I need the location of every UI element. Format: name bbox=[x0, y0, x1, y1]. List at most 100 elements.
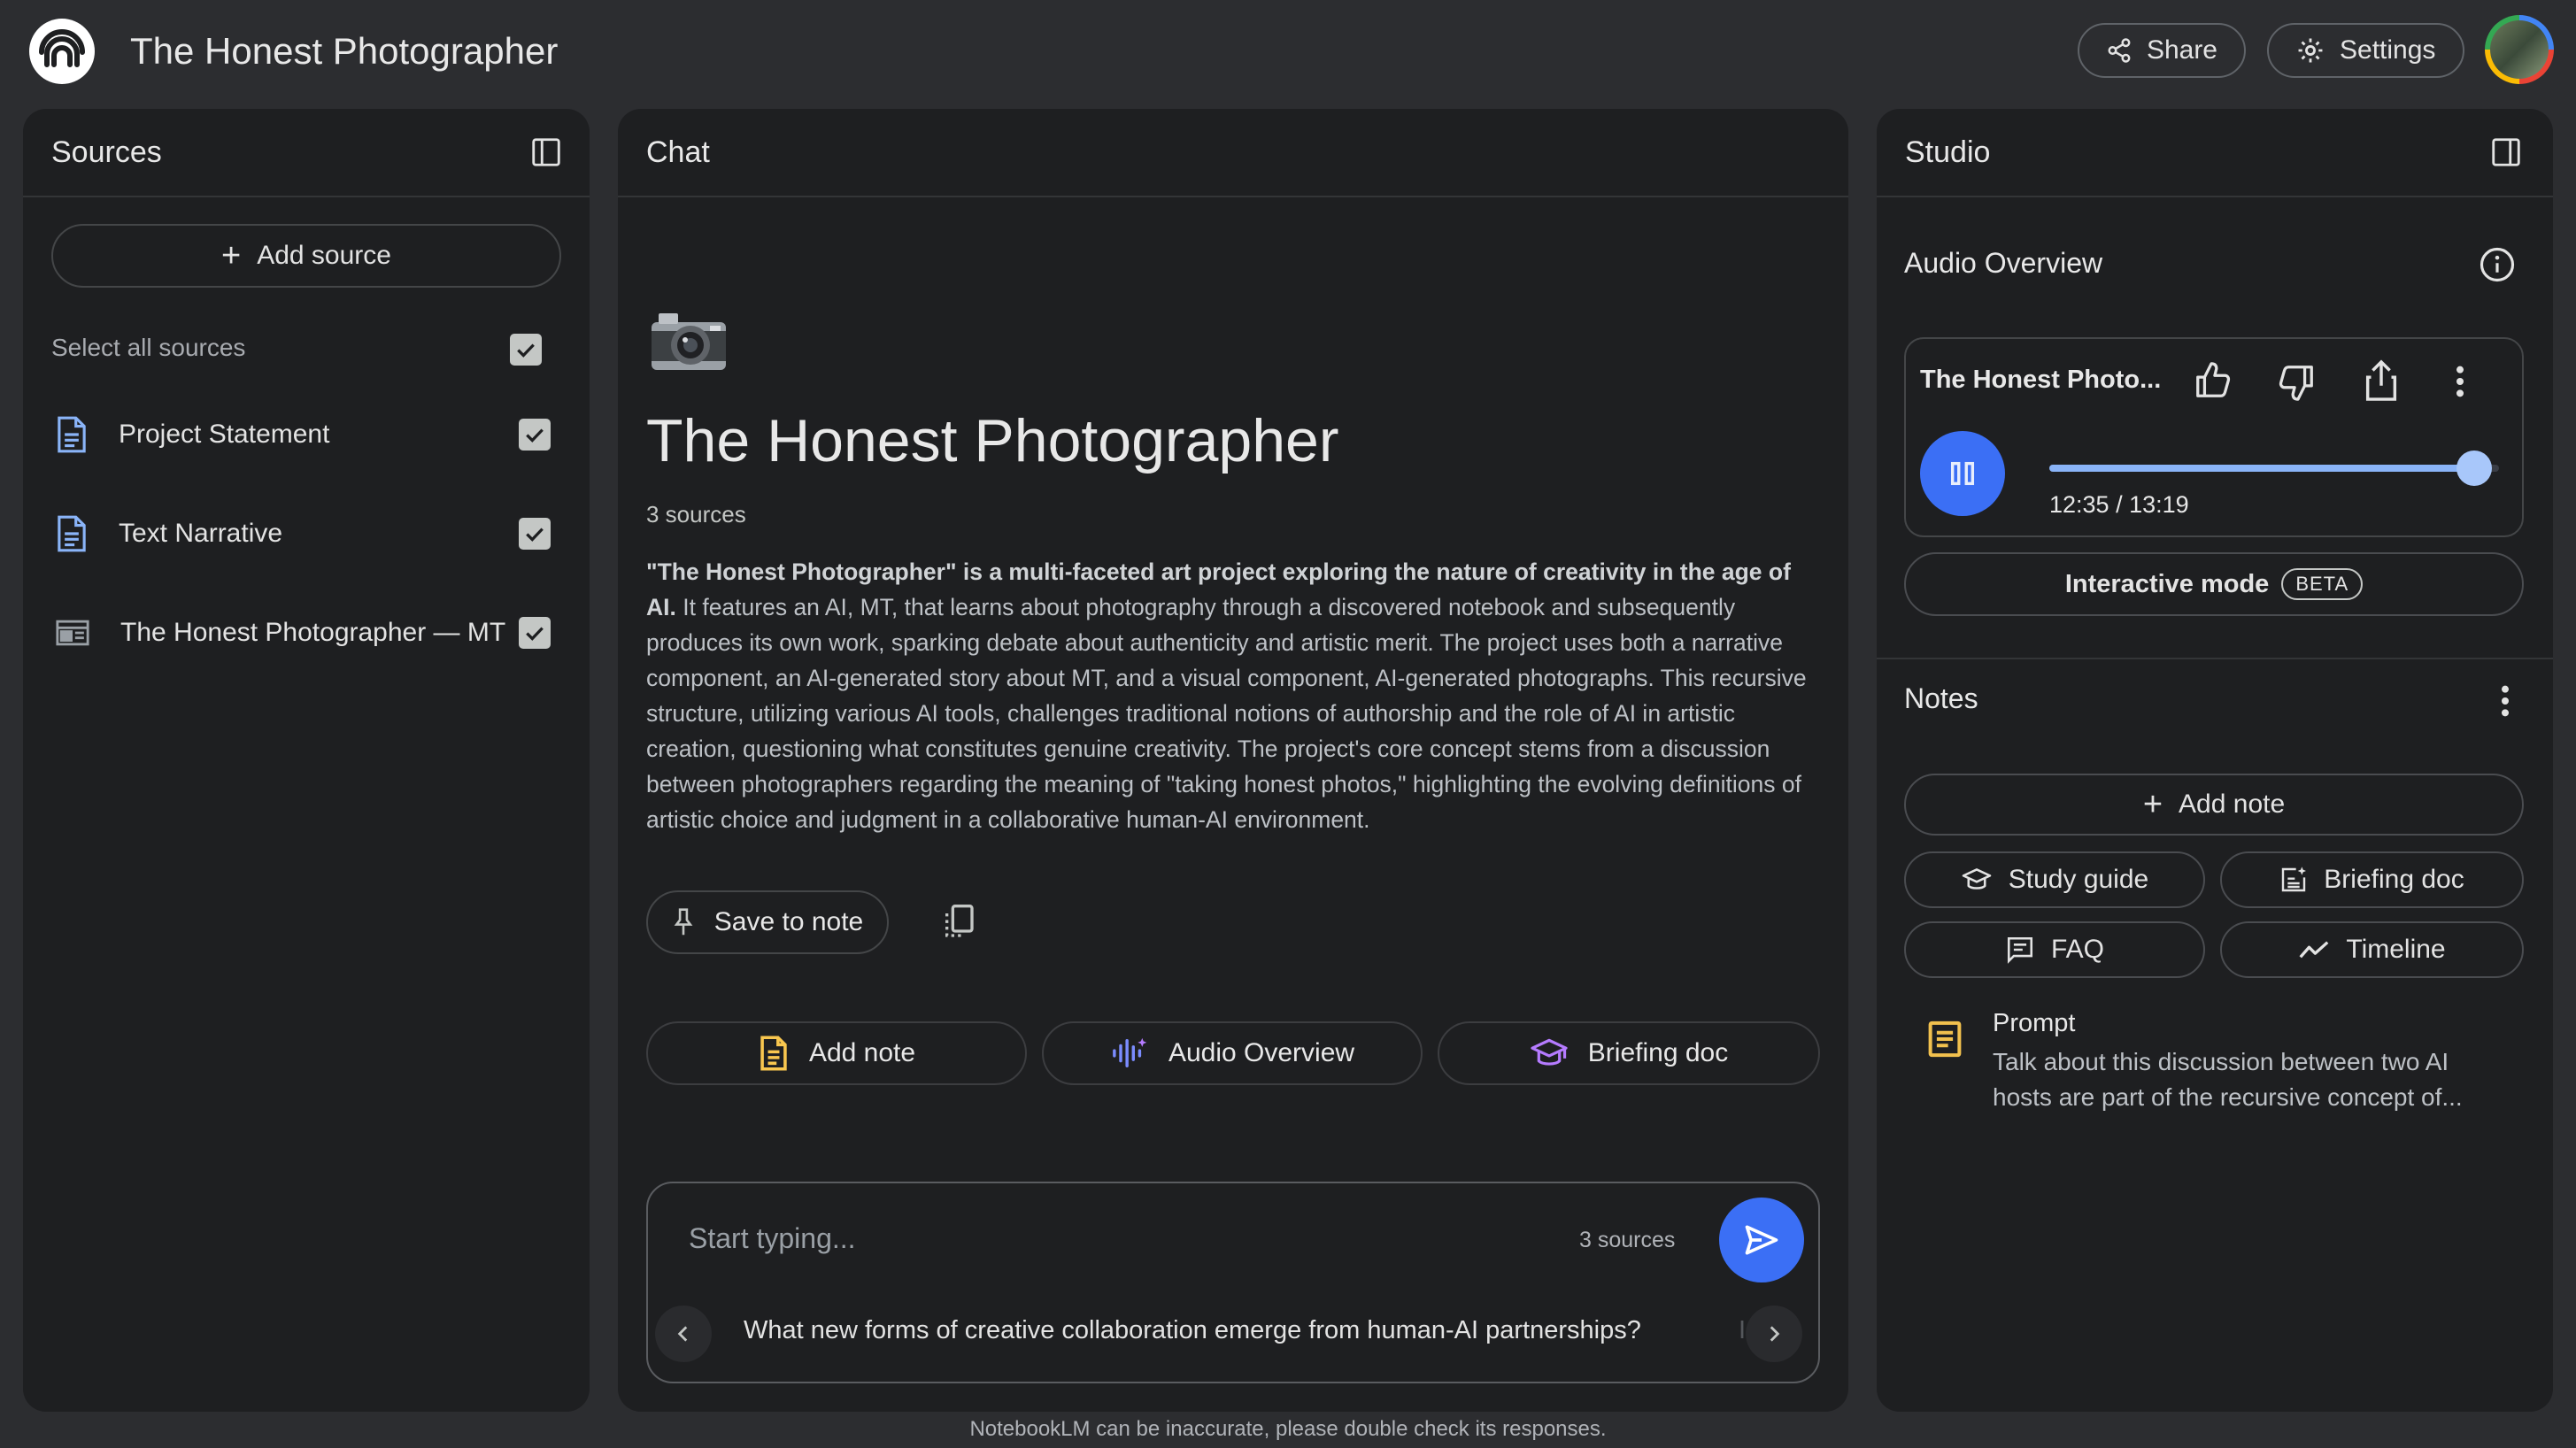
studio-panel: Studio bbox=[1877, 109, 2553, 1412]
next-suggestion-partial[interactable]: I bbox=[1739, 1316, 1746, 1345]
app-logo[interactable] bbox=[29, 19, 95, 84]
pause-button[interactable] bbox=[1920, 431, 2005, 516]
plus-icon: + bbox=[221, 237, 242, 274]
share-button[interactable]: Share bbox=[2078, 23, 2246, 78]
note-button-label: Timeline bbox=[2346, 935, 2446, 964]
chat-header: Chat bbox=[618, 109, 1848, 197]
note-item[interactable]: Prompt Talk about this discussion betwee… bbox=[1904, 1000, 2524, 1124]
source-checkbox[interactable] bbox=[519, 518, 551, 550]
checkmark-icon bbox=[517, 343, 535, 358]
note-title: Prompt bbox=[1993, 1009, 2076, 1037]
graduation-cap-icon bbox=[1962, 868, 1992, 890]
note-button-label: Study guide bbox=[2008, 865, 2149, 894]
chat-lines-icon bbox=[2007, 936, 2033, 964]
add-source-button[interactable]: + Add source bbox=[51, 224, 561, 288]
input-source-count: 3 sources bbox=[1579, 1228, 1676, 1252]
document-sparkle-icon bbox=[2282, 866, 2307, 892]
note-icon bbox=[1928, 1021, 1962, 1058]
action-label: Audio Overview bbox=[1168, 1038, 1355, 1067]
suggested-question[interactable]: What new forms of creative collaboration… bbox=[744, 1316, 1641, 1345]
download-share-icon[interactable] bbox=[2361, 358, 2402, 403]
add-note-action-button[interactable]: Add note bbox=[646, 1021, 1027, 1085]
summary-body: It features an AI, MT, that learns about… bbox=[646, 594, 1807, 833]
suggestion-prev-button[interactable] bbox=[655, 1306, 712, 1362]
notebook-summary: "The Honest Photographer" is a multi-fac… bbox=[646, 554, 1824, 837]
source-item[interactable]: The Honest Photographer — MT bbox=[55, 606, 551, 659]
add-note-label: Add note bbox=[2179, 789, 2286, 819]
timeline-button[interactable]: Timeline bbox=[2220, 921, 2524, 978]
app-title: The Honest Photographer bbox=[130, 30, 559, 72]
add-source-label: Add source bbox=[257, 241, 391, 270]
collapse-panel-icon[interactable] bbox=[2489, 135, 2523, 169]
notes-title: Notes bbox=[1904, 682, 1978, 714]
checkmark-icon bbox=[526, 528, 544, 542]
note-button-label: Briefing doc bbox=[2324, 865, 2464, 894]
source-checkbox[interactable] bbox=[519, 419, 551, 451]
document-icon bbox=[58, 416, 86, 453]
save-to-note-label: Save to note bbox=[713, 907, 864, 936]
notebook-title: The Honest Photographer bbox=[646, 407, 1339, 474]
note-button-label: FAQ bbox=[2050, 935, 2104, 964]
copy-icon[interactable] bbox=[941, 903, 976, 942]
avatar[interactable] bbox=[2485, 15, 2554, 84]
note-icon bbox=[760, 1036, 787, 1071]
save-to-note-button[interactable]: Save to note bbox=[646, 890, 889, 954]
disclaimer: NotebookLM can be inaccurate, please dou… bbox=[969, 1417, 1607, 1441]
sources-title: Sources bbox=[51, 135, 162, 169]
interactive-mode-button[interactable]: Interactive mode BETA bbox=[1904, 552, 2524, 616]
audio-waveform-icon bbox=[1113, 1037, 1147, 1067]
audio-card-title: The Honest Photo... bbox=[1920, 366, 2162, 394]
audio-progress-handle[interactable] bbox=[2456, 451, 2493, 486]
action-label: Briefing doc bbox=[1587, 1038, 1729, 1067]
chat-input[interactable]: Start typing... bbox=[689, 1222, 856, 1255]
gear-icon bbox=[2298, 38, 2323, 63]
checkmark-icon bbox=[526, 627, 544, 641]
faq-button[interactable]: FAQ bbox=[1904, 921, 2205, 978]
settings-label: Settings bbox=[2340, 35, 2436, 65]
settings-button[interactable]: Settings bbox=[2267, 23, 2464, 78]
collapse-panel-icon[interactable] bbox=[529, 135, 563, 169]
note-body: Talk about this discussion between two A… bbox=[1993, 1048, 2463, 1111]
studio-title: Studio bbox=[1905, 135, 1991, 169]
info-icon[interactable] bbox=[2479, 246, 2516, 283]
chat-input-box[interactable]: Start typing... 3 sources What new forms… bbox=[646, 1182, 1820, 1383]
send-icon bbox=[1745, 1225, 1778, 1255]
thumbs-up-icon[interactable] bbox=[2193, 360, 2233, 401]
thumbs-down-icon[interactable] bbox=[2276, 362, 2317, 403]
study-guide-button[interactable]: Study guide bbox=[1904, 851, 2205, 908]
source-label: Project Statement bbox=[119, 420, 330, 449]
chevron-right-icon bbox=[1770, 1326, 1780, 1342]
sources-header: Sources bbox=[23, 109, 590, 197]
plus-icon: + bbox=[2142, 786, 2163, 823]
audio-overview-title: Audio Overview bbox=[1904, 247, 2103, 279]
more-vert-icon[interactable] bbox=[2449, 364, 2471, 399]
chevron-left-icon bbox=[677, 1326, 688, 1342]
audio-overview-card: The Honest Photo... 12:35 / 13:19 bbox=[1904, 337, 2524, 537]
select-all-checkbox[interactable] bbox=[510, 334, 542, 366]
chat-title: Chat bbox=[646, 135, 710, 169]
camera-icon bbox=[646, 304, 731, 375]
notebooklm-logo-icon bbox=[39, 29, 85, 67]
web-page-icon bbox=[56, 620, 89, 646]
audio-progress-track[interactable] bbox=[2049, 451, 2499, 486]
briefing-doc-action-button[interactable]: Briefing doc bbox=[1438, 1021, 1820, 1085]
source-checkbox[interactable] bbox=[519, 617, 551, 649]
source-item[interactable]: Text Narrative bbox=[55, 507, 551, 560]
briefing-doc-button[interactable]: Briefing doc bbox=[2220, 851, 2524, 908]
add-note-button[interactable]: + Add note bbox=[1904, 774, 2524, 836]
source-count: 3 sources bbox=[646, 501, 746, 528]
checkmark-icon bbox=[526, 428, 544, 443]
suggestion-next-button[interactable] bbox=[1746, 1306, 1802, 1362]
document-icon bbox=[58, 515, 86, 552]
avatar-photo bbox=[2490, 20, 2549, 79]
audio-progress-fill bbox=[2049, 465, 2475, 472]
share-label: Share bbox=[2146, 35, 2217, 65]
share-icon bbox=[2108, 38, 2131, 63]
audio-overview-action-button[interactable]: Audio Overview bbox=[1042, 1021, 1423, 1085]
send-button[interactable] bbox=[1719, 1198, 1804, 1282]
action-label: Add note bbox=[808, 1038, 916, 1067]
pin-icon bbox=[674, 908, 693, 936]
more-vert-icon[interactable] bbox=[2495, 683, 2516, 719]
source-item[interactable]: Project Statement bbox=[55, 408, 551, 461]
pause-icon bbox=[1950, 461, 1975, 486]
